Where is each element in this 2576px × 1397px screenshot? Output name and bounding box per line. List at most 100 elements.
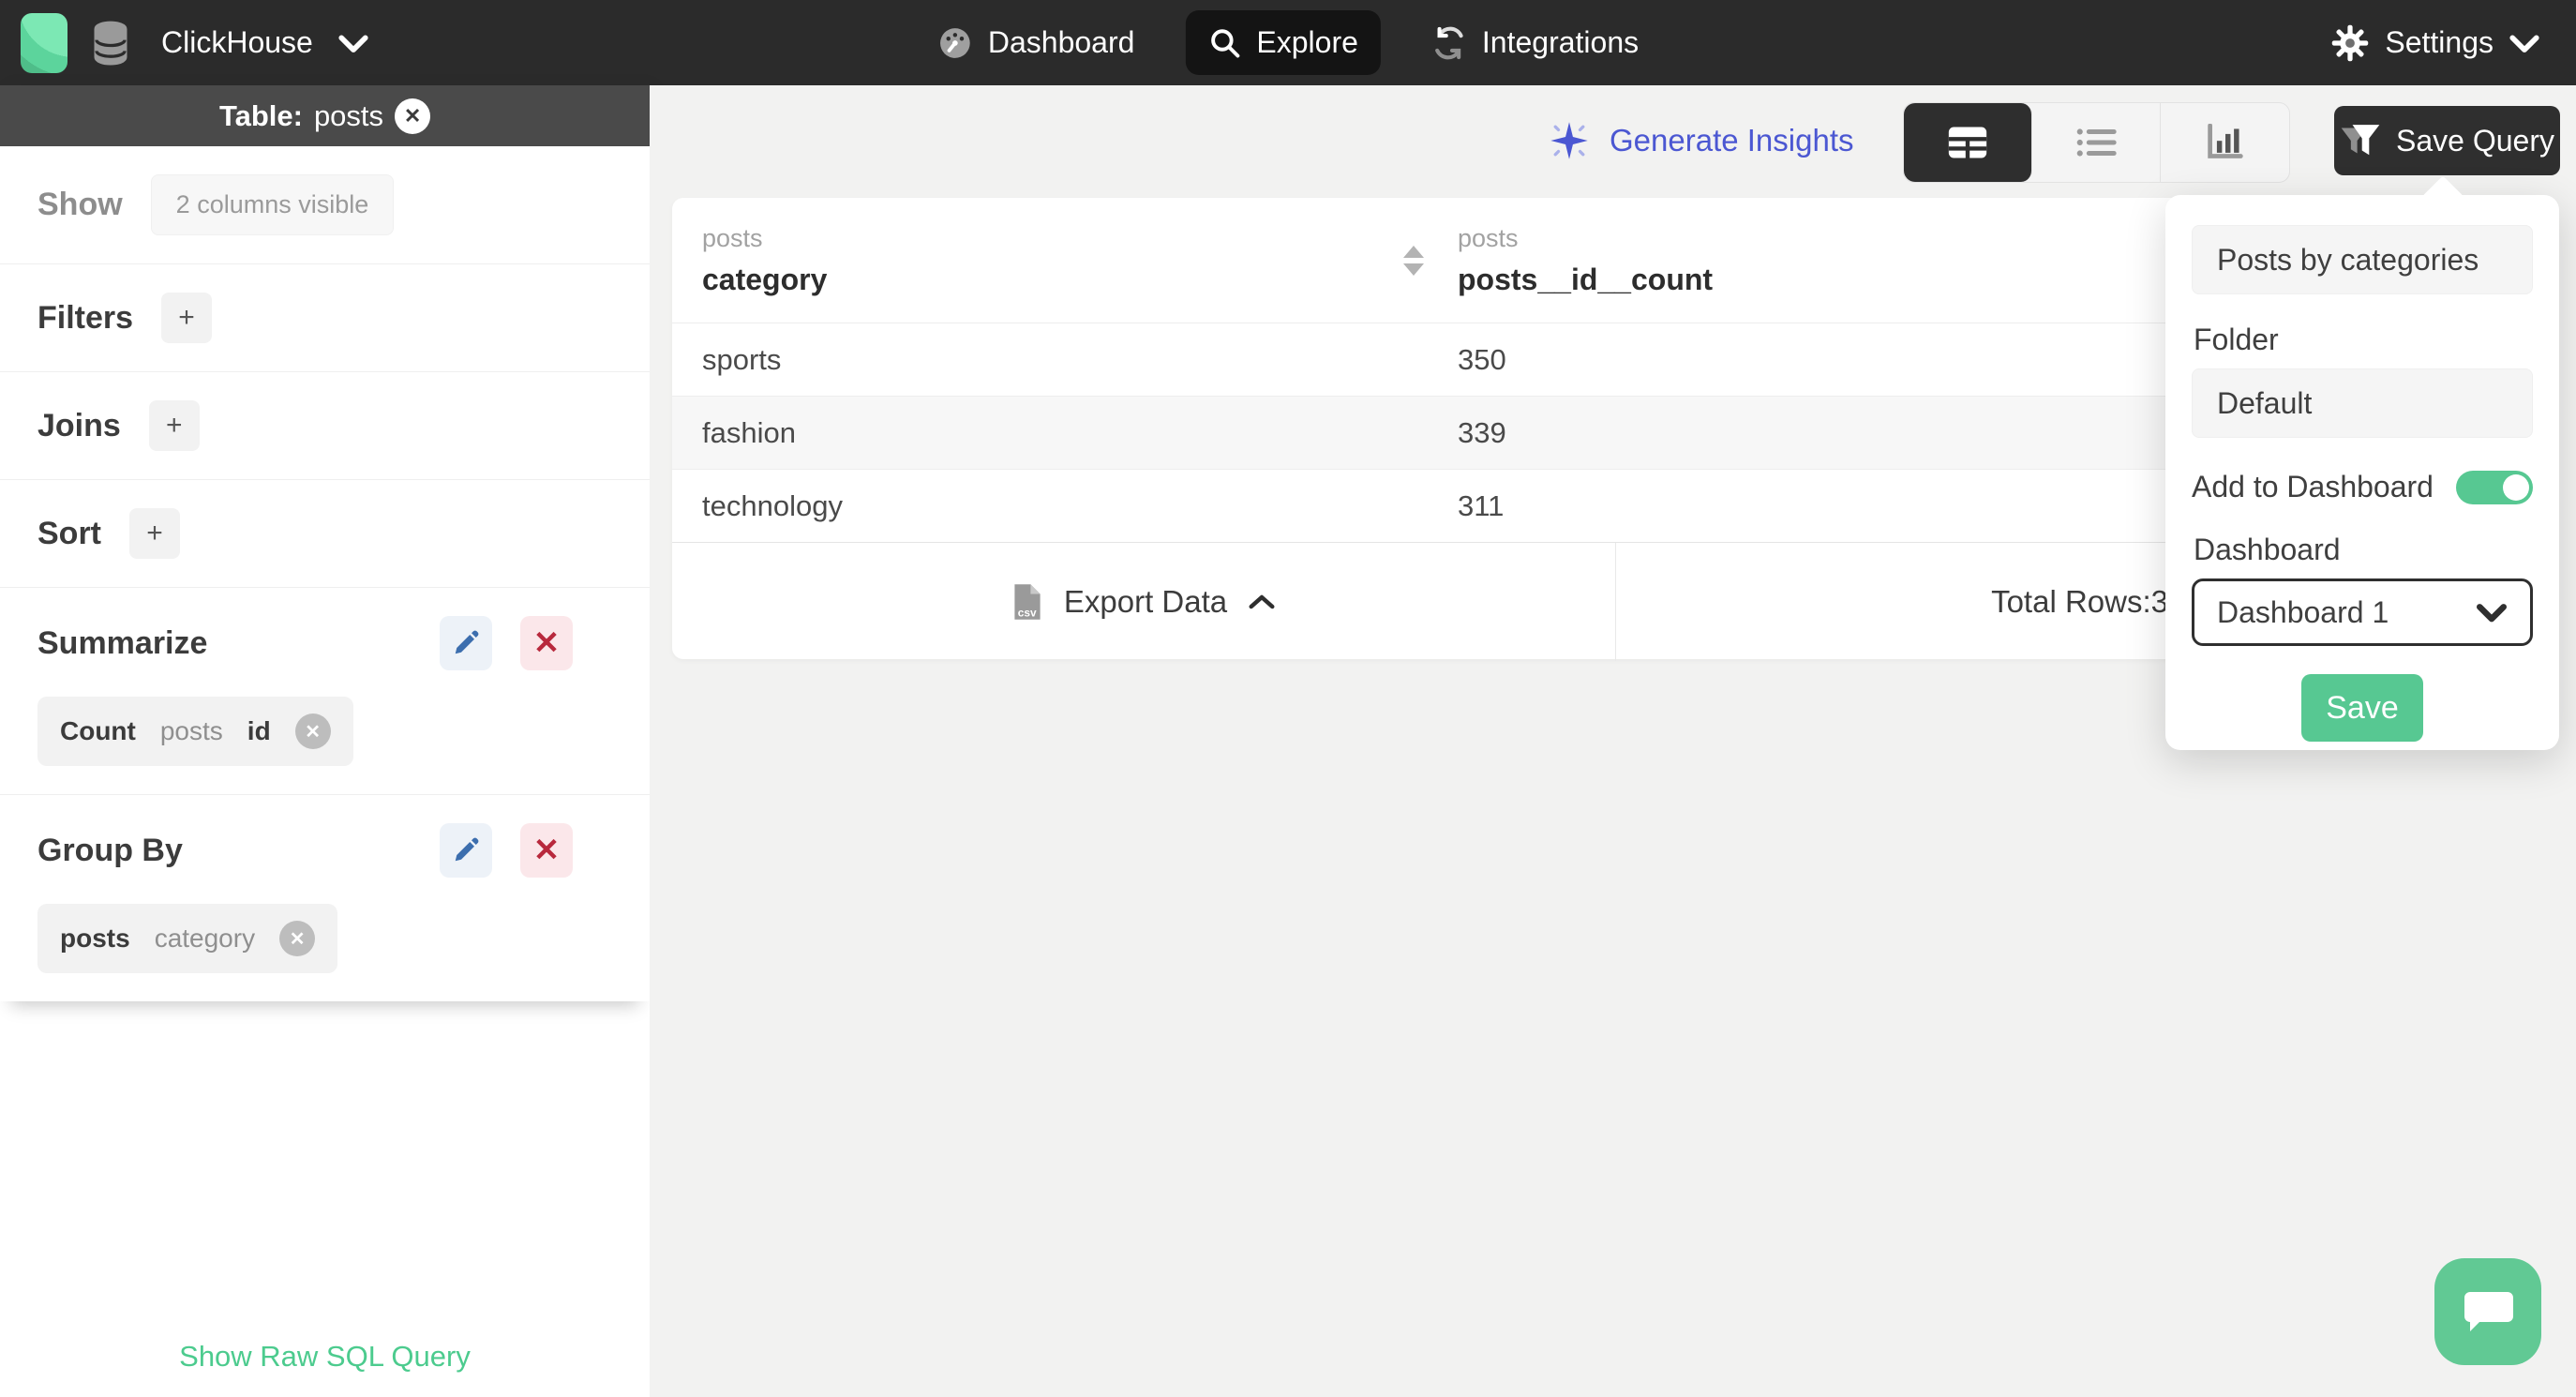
columns-visible-chip[interactable]: 2 columns visible	[150, 174, 395, 235]
table-view-button[interactable]	[1904, 103, 2032, 182]
funnel-icon	[2340, 122, 2381, 159]
results-table-card: posts category posts posts__id__count sp…	[672, 198, 2185, 661]
close-icon: ✕	[403, 103, 422, 128]
settings-label: Settings	[2385, 25, 2494, 59]
dashboard-select[interactable]: Dashboard 1	[2192, 578, 2533, 646]
export-data-label: Export Data	[1063, 584, 1228, 619]
sort-toggle-icon[interactable]	[1403, 245, 1424, 276]
chevron-down-icon	[2509, 33, 2540, 53]
csv-file-icon: csv	[1011, 582, 1043, 622]
add-sort-button[interactable]: +	[129, 508, 180, 559]
column-group: posts	[702, 223, 763, 252]
chip-table: posts	[60, 924, 130, 953]
chip-aggregation: Count	[60, 716, 136, 745]
add-join-button[interactable]: +	[148, 400, 200, 451]
builder-sections: Show 2 columns visible Filters + Joins +	[0, 146, 650, 1001]
nav-item-explore[interactable]: Explore	[1185, 10, 1381, 75]
save-query-popover: Posts by categories Folder Default Add t…	[2165, 175, 2559, 750]
edit-summarize-button[interactable]	[440, 616, 492, 670]
table-footer: csv Export Data Total Rows: 3	[672, 542, 2185, 661]
view-toggle-group	[1903, 102, 2290, 183]
column-name: posts__id__count	[1458, 262, 1714, 296]
chat-widget-button[interactable]	[2434, 1258, 2541, 1365]
list-view-icon	[2074, 124, 2118, 161]
popover-arrow	[2421, 175, 2464, 218]
settings-menu[interactable]: Settings	[2330, 23, 2540, 63]
nav-item-label: Dashboard	[987, 25, 1135, 59]
chevron-down-icon	[2476, 602, 2508, 623]
folder-label: Folder	[2194, 323, 2279, 356]
save-query-button[interactable]: Save Query	[2334, 106, 2560, 175]
main-content: Generate Insights Save Query posts categ…	[650, 85, 2576, 1397]
main-nav: Dashboard Explore Integrations	[915, 10, 1661, 76]
nav-item-label: Explore	[1256, 25, 1358, 59]
pencil-icon	[452, 836, 480, 864]
edit-group-by-button[interactable]	[440, 823, 492, 878]
joins-label: Joins	[37, 407, 121, 443]
summarize-chip[interactable]: Count posts id ✕	[37, 697, 353, 766]
add-to-dashboard-toggle[interactable]	[2456, 470, 2533, 504]
total-rows-label: Total Rows:	[1991, 584, 2151, 619]
search-icon	[1207, 26, 1241, 60]
close-icon: ✕	[305, 721, 322, 743]
cell-category: fashion	[702, 415, 796, 449]
table-label: Table:	[218, 98, 303, 132]
brand-menu[interactable]: ClickHouse	[21, 12, 369, 73]
chat-bubble-icon	[2462, 1288, 2514, 1335]
remove-summarize-chip-button[interactable]: ✕	[294, 714, 331, 749]
table-row[interactable]: fashion 339	[672, 396, 2185, 469]
folder-input[interactable]: Default	[2192, 368, 2533, 438]
database-icon	[92, 21, 129, 66]
nav-item-label: Integrations	[1481, 25, 1640, 59]
sort-section: Sort +	[0, 480, 650, 588]
cell-count: 311	[1458, 488, 1505, 522]
filters-section: Filters +	[0, 264, 650, 372]
chevron-down-icon	[337, 33, 369, 53]
column-header-category[interactable]: posts category	[672, 224, 1458, 297]
group-by-chip[interactable]: posts category ✕	[37, 904, 338, 973]
brand-name: ClickHouse	[161, 25, 313, 59]
sparkle-icon	[1548, 119, 1591, 162]
list-view-button[interactable]	[2032, 103, 2161, 182]
chip-field: id	[247, 716, 271, 745]
generate-insights-link[interactable]: Generate Insights	[1548, 119, 1854, 162]
save-query-label: Save Query	[2396, 123, 2554, 158]
group-by-label: Group By	[37, 832, 183, 868]
svg-text:csv: csv	[1018, 606, 1037, 619]
query-name-input[interactable]: Posts by categories	[2192, 225, 2533, 294]
query-builder-sidebar: Table: posts ✕ Show 2 columns visible Fi…	[0, 85, 650, 1397]
table-header-row: posts category posts posts__id__count	[672, 198, 2185, 323]
export-data-button[interactable]: csv Export Data	[672, 543, 1616, 661]
x-icon: ✕	[532, 833, 561, 868]
cell-category: sports	[702, 342, 782, 376]
chip-field: category	[154, 924, 256, 953]
app-logo	[21, 12, 67, 73]
table-name: posts	[313, 98, 384, 132]
sync-icon	[1431, 25, 1467, 61]
nav-item-dashboard[interactable]: Dashboard	[915, 10, 1158, 76]
remove-group-by-chip-button[interactable]: ✕	[279, 921, 316, 956]
summarize-label: Summarize	[37, 624, 208, 661]
delete-summarize-button[interactable]: ✕	[520, 616, 573, 670]
column-header-count[interactable]: posts posts__id__count	[1458, 224, 2185, 297]
chip-table: posts	[159, 716, 223, 745]
chart-view-button[interactable]	[2161, 103, 2289, 182]
cell-count: 350	[1458, 342, 1506, 376]
add-to-dashboard-row: Add to Dashboard	[2192, 470, 2533, 504]
remove-table-button[interactable]: ✕	[395, 98, 431, 134]
table-row[interactable]: technology 311	[672, 469, 2185, 542]
x-icon: ✕	[532, 625, 561, 661]
show-raw-sql-link[interactable]: Show Raw SQL Query	[0, 1340, 650, 1374]
popover-save-button[interactable]: Save	[2301, 674, 2423, 742]
dashboard-label: Dashboard	[2194, 533, 2341, 566]
add-filter-button[interactable]: +	[161, 293, 213, 343]
total-rows-indicator: Total Rows: 3	[1616, 543, 2185, 661]
close-icon: ✕	[289, 928, 306, 950]
table-header-bar: Table: posts ✕	[0, 85, 650, 146]
chevron-up-icon	[1248, 593, 1276, 611]
top-navbar: ClickHouse Dashboard Explore Integration…	[0, 0, 2576, 85]
table-row[interactable]: sports 350	[672, 323, 2185, 396]
dashboard-select-value: Dashboard 1	[2217, 594, 2389, 629]
delete-group-by-button[interactable]: ✕	[520, 823, 573, 878]
nav-item-integrations[interactable]: Integrations	[1409, 10, 1661, 76]
